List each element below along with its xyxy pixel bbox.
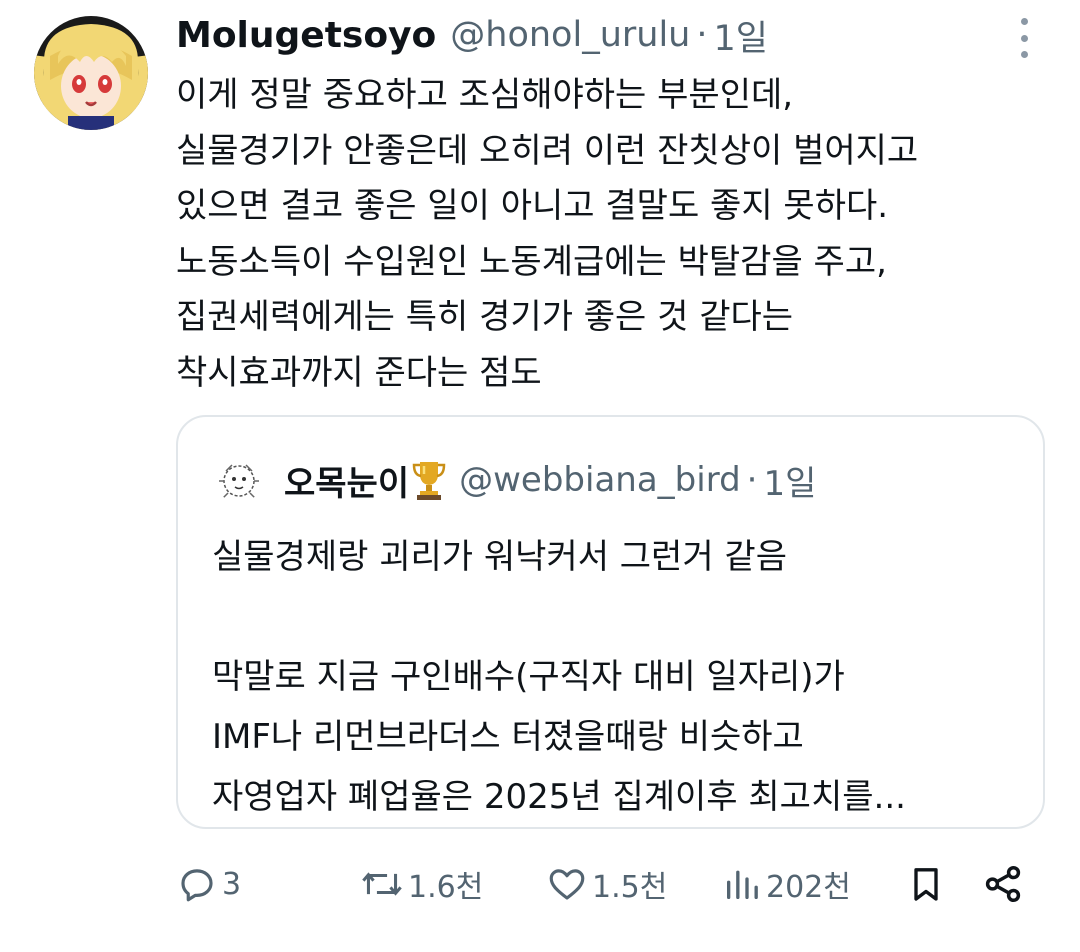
views-icon [727,870,758,899]
trophy-icon [412,462,446,500]
quoted-tweet-header: 오목눈이 @webbiana_bird · 1일 [216,455,816,505]
quoted-post-time[interactable]: 1일 [763,456,816,505]
like-count: 1.5천 [592,870,668,905]
tweet-header: Molugetsoyo @honol_urulu · 1일 [176,10,996,60]
share-icon [985,865,1021,903]
views-count: 202천 [766,870,851,905]
bookmark-button[interactable] [906,856,946,912]
more-dot [1020,34,1028,42]
separator-dot: · [746,460,758,500]
tweet-text: 이게 정말 중요하고 조심해야하는 부분인데, 실물경기가 안좋은데 오히려 이… [176,68,1056,401]
bookmark-icon [914,868,938,901]
views-button[interactable]: 202천 [722,856,851,912]
quoted-author-handle[interactable]: @webbiana_bird [459,460,741,500]
more-dot [1020,18,1028,25]
repost-count: 1.6천 [408,870,484,905]
tweet-text-line: 노동소득이 수입원인 노동계급에는 박탈감을 주고, [176,241,887,282]
tweet-text-line: 있으면 결코 좋은 일이 아니고 결말도 좋지 못하다. [176,186,889,226]
quoted-tweet[interactable]: 오목눈이 @webbiana_bird · 1일 실물경제랑 괴리가 워낙커서 … [176,415,1045,829]
share-button[interactable] [982,856,1024,912]
author-handle[interactable]: @honol_urulu [450,15,690,55]
quoted-text-line: IMF나 리먼브라더스 터졌을때랑 비슷하고 [212,717,804,757]
repost-button[interactable]: 1.6천 [360,856,483,912]
quoted-author-avatar [216,457,262,503]
tweet-text-line: 실물경기가 안좋은데 오히려 이런 잔칫상이 벌어지고 [176,130,919,171]
quoted-author-name[interactable]: 오목눈이 [284,456,409,505]
reply-icon [181,869,213,902]
tweet-text-line: 이게 정말 중요하고 조심해야하는 부분인데, [176,75,794,115]
tweet-text-line: 집권세력에게는 특히 경기가 좋은 것 같다는 [176,297,794,337]
author-name[interactable]: Molugetsoyo [176,15,436,56]
post-time[interactable]: 1일 [714,10,768,61]
quoted-tweet-text: 실물경제랑 괴리가 워낙커서 그런거 같음 막말로 지금 구인배수(구직자 대비… [212,527,1032,827]
quoted-text-line: 실물경제랑 괴리가 워낙커서 그런거 같음 [212,537,787,577]
repost-icon [362,872,402,896]
reply-button[interactable]: 3 [176,856,241,912]
author-avatar[interactable] [34,16,148,130]
heart-icon [549,869,585,900]
like-button[interactable]: 1.5천 [546,856,667,912]
separator-dot: · [696,15,708,55]
more-dot [1020,51,1028,58]
reply-count: 3 [222,866,242,902]
quoted-text-line: 막말로 지금 구인배수(구직자 대비 일자리)가 [212,657,845,697]
tweet-text-line: 착시효과까지 준다는 점도 [176,352,542,393]
quoted-text-line: 자영업자 폐업율은 2025년 집계이후 최고치를... [212,777,906,817]
quoted-text-line [212,587,1032,647]
action-bar: 3 1.6천 1.5천 202천 [176,856,1036,912]
more-icon[interactable] [1014,18,1034,58]
